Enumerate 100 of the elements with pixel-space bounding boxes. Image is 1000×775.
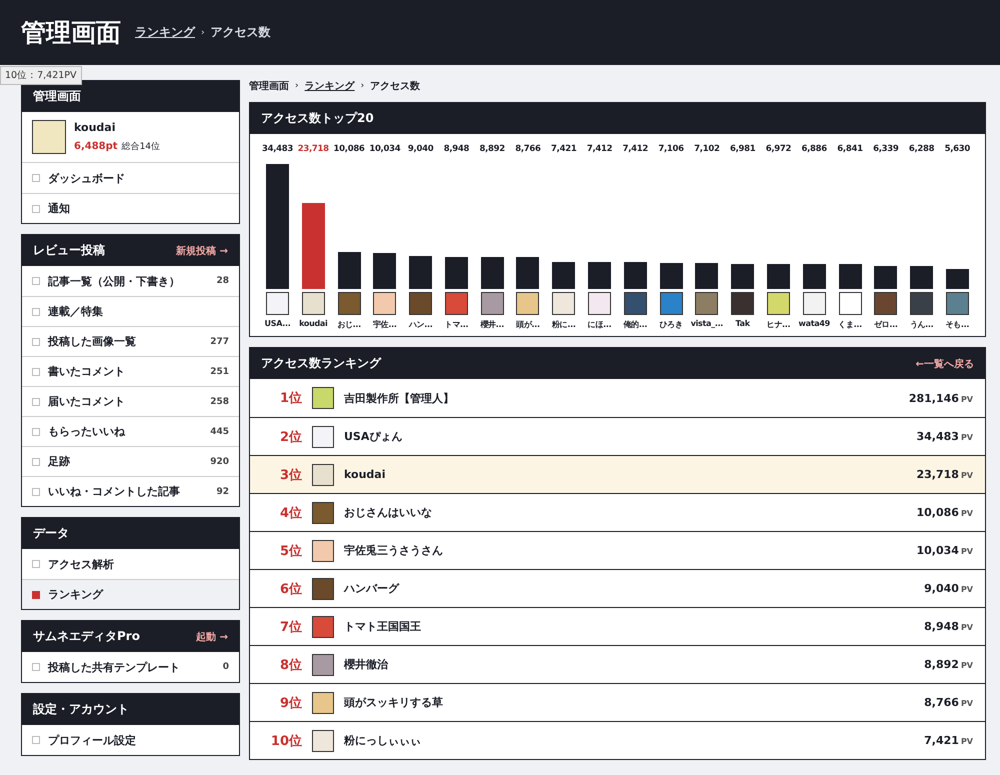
category-label: vista_... bbox=[690, 319, 724, 328]
rank-label: 7位 bbox=[278, 618, 302, 636]
item-label: 足跡 bbox=[48, 454, 71, 469]
item-label: プロフィール設定 bbox=[48, 732, 137, 748]
bar[interactable] bbox=[588, 262, 612, 289]
rank-label: 10位 bbox=[270, 732, 302, 750]
bar[interactable] bbox=[624, 262, 647, 289]
pageview-count: 281,146 PV bbox=[908, 392, 973, 404]
category-label: koudai bbox=[299, 319, 328, 328]
item-label: もらったいいね bbox=[48, 424, 126, 439]
bar[interactable] bbox=[338, 252, 361, 289]
category-label: にほ... bbox=[588, 319, 612, 330]
pageview-count: 8,766 PV bbox=[924, 696, 973, 709]
value-label: 6,886 bbox=[802, 144, 827, 154]
rank-label: 3位 bbox=[278, 466, 302, 484]
bar[interactable] bbox=[444, 256, 468, 289]
user-avatar bbox=[312, 464, 334, 486]
avatar-thumbnail bbox=[910, 292, 934, 315]
bar[interactable] bbox=[731, 264, 754, 289]
user-name: 宇佐兎三うさうさん bbox=[344, 543, 444, 558]
pageview-count: 10,034 PV bbox=[916, 544, 973, 557]
bar[interactable] bbox=[480, 256, 504, 289]
value-label: 6,841 bbox=[837, 144, 863, 154]
bar[interactable] bbox=[946, 268, 969, 289]
value-label: 6,972 bbox=[766, 144, 792, 154]
item-label: 記事一覧（公開・下書き） bbox=[48, 274, 181, 288]
bar[interactable] bbox=[516, 257, 540, 289]
user-avatar bbox=[312, 502, 334, 524]
bar[interactable] bbox=[766, 264, 790, 289]
user-name: 粉にっしぃぃぃ bbox=[344, 733, 422, 748]
category-label: 頭が... bbox=[516, 319, 540, 330]
category-label: USA... bbox=[264, 319, 290, 328]
value-label: 9,040 bbox=[408, 144, 434, 154]
category-label: wata49 bbox=[798, 319, 830, 328]
bar[interactable] bbox=[695, 263, 718, 289]
category-label: ゼロ... bbox=[874, 319, 898, 330]
item-label: 連載／特集 bbox=[48, 304, 104, 319]
square-icon bbox=[32, 560, 40, 568]
user-avatar bbox=[312, 540, 334, 562]
user-avatar bbox=[32, 120, 66, 154]
breadcrumb-current: アクセス数 bbox=[210, 24, 271, 41]
square-icon bbox=[32, 204, 40, 212]
category-label: 粉に... bbox=[552, 319, 576, 330]
breadcrumb-text: アクセス数 bbox=[370, 80, 420, 93]
category-label: そも... bbox=[946, 319, 970, 330]
user-name: 櫻井徹治 bbox=[344, 657, 390, 672]
bar[interactable] bbox=[660, 263, 683, 289]
value-label: 6,981 bbox=[730, 144, 756, 154]
user-name: koudai bbox=[344, 468, 386, 481]
value-label: 34,483 bbox=[262, 144, 293, 154]
category-label: うん... bbox=[910, 319, 934, 330]
bar[interactable] bbox=[373, 252, 396, 289]
square-icon bbox=[32, 488, 40, 496]
breadcrumb-link[interactable]: ランキング bbox=[304, 79, 355, 93]
panel-action-link[interactable]: 新規投稿 → bbox=[176, 244, 228, 258]
user-avatar bbox=[312, 387, 334, 409]
sidebar-item[interactable]: ランキング bbox=[22, 579, 239, 609]
item-count: 258 bbox=[210, 396, 229, 406]
category-label: くま... bbox=[838, 319, 862, 330]
pageview-count: 10,086 PV bbox=[916, 506, 973, 519]
item-label: 投稿した画像一覧 bbox=[48, 334, 137, 349]
user-rank: 総合14位 bbox=[122, 142, 160, 152]
panel-title: アクセス数トップ20 bbox=[261, 110, 374, 127]
panel-title: サムネエディタPro bbox=[33, 628, 140, 645]
bar[interactable] bbox=[409, 256, 432, 289]
user-avatar bbox=[312, 578, 334, 600]
item-label: アクセス解析 bbox=[48, 556, 115, 572]
breadcrumb-text: 管理画面 bbox=[249, 80, 289, 93]
bar[interactable] bbox=[874, 266, 898, 289]
bar[interactable] bbox=[552, 262, 576, 289]
pageview-count: 8,892 PV bbox=[924, 658, 973, 671]
square-icon bbox=[32, 428, 40, 436]
avatar-thumbnail bbox=[660, 292, 683, 315]
breadcrumb-link[interactable]: ランキング bbox=[135, 24, 195, 41]
back-link[interactable]: ←一覧へ戻る bbox=[916, 356, 974, 370]
category-label: トマ... bbox=[444, 319, 468, 330]
user-avatar bbox=[312, 426, 334, 448]
bar[interactable] bbox=[802, 264, 826, 289]
item-count: 92 bbox=[216, 486, 229, 496]
user-name: おじさんはいいな bbox=[344, 505, 433, 520]
value-label: 23,718 bbox=[298, 144, 329, 154]
user-name: USAぴょん bbox=[344, 429, 404, 444]
user-avatar bbox=[312, 654, 334, 676]
rank-label: 9位 bbox=[278, 694, 302, 712]
value-label: 10,034 bbox=[369, 144, 400, 154]
value-label: 6,339 bbox=[873, 144, 898, 154]
bar[interactable] bbox=[838, 264, 862, 289]
square-icon bbox=[32, 338, 40, 346]
item-label: 投稿した共有テンプレート bbox=[48, 660, 181, 674]
panel-action-link[interactable]: 起動 → bbox=[196, 630, 228, 644]
avatar-thumbnail bbox=[302, 292, 325, 315]
value-label: 7,412 bbox=[586, 144, 612, 154]
user-name: 吉田製作所【管理人】 bbox=[344, 390, 455, 406]
avatar-thumbnail bbox=[695, 292, 718, 315]
category-label: ヒナ... bbox=[766, 319, 790, 330]
avatar-thumbnail bbox=[946, 292, 969, 315]
item-label: 届いたコメント bbox=[48, 394, 126, 409]
category-label: 櫻井... bbox=[480, 319, 504, 330]
bar[interactable] bbox=[910, 266, 934, 289]
value-label: 7,106 bbox=[658, 144, 684, 154]
